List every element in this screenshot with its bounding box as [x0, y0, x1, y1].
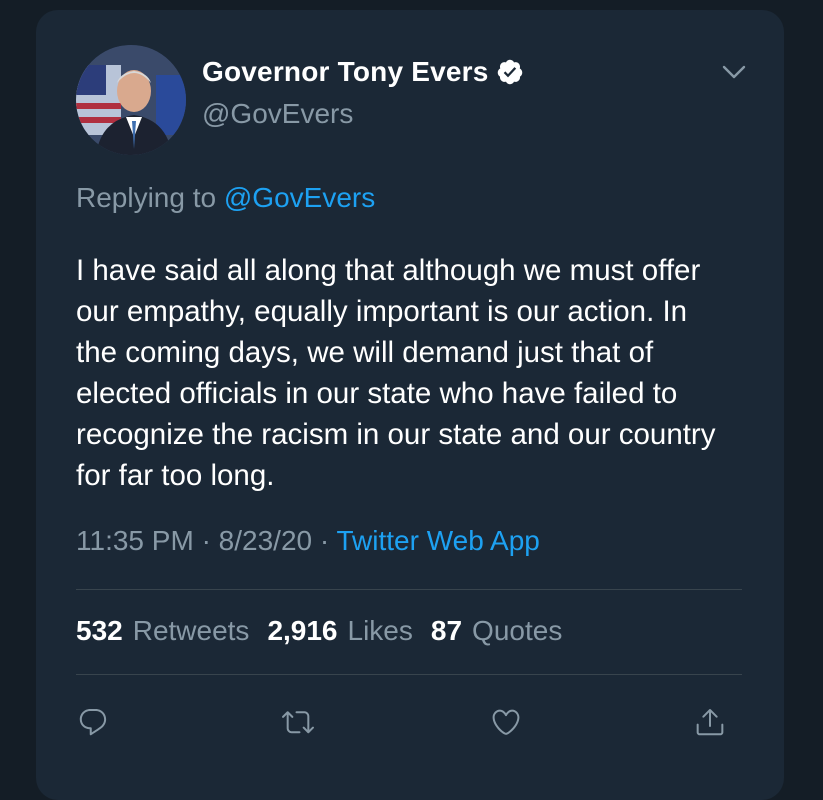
meta-separator: · [319, 525, 330, 556]
quotes-stat[interactable]: 87 Quotes [431, 615, 562, 647]
meta-separator: · [201, 525, 211, 556]
tweet-text: I have said all along that although we m… [76, 254, 716, 492]
reply-mention-link[interactable]: @GovEvers [224, 182, 375, 213]
tweet-stats: 532 Retweets 2,916 Likes 87 Quotes [76, 615, 562, 647]
replying-prefix: Replying to [76, 182, 217, 213]
likes-count: 2,916 [267, 615, 338, 646]
avatar-image [76, 45, 186, 155]
share-icon[interactable] [694, 705, 726, 739]
reply-icon[interactable] [77, 705, 109, 739]
quotes-count: 87 [430, 615, 463, 646]
divider [76, 674, 742, 675]
replying-to: Replying to @GovEvers [76, 182, 375, 214]
author-name[interactable]: Governor Tony Evers [202, 56, 488, 88]
quotes-label: Quotes [472, 615, 563, 646]
chevron-down-icon[interactable] [720, 62, 748, 82]
author-handle[interactable]: @GovEvers [202, 98, 353, 130]
tweet-source-link[interactable]: Twitter Web App [336, 525, 539, 556]
author-name-row[interactable]: Governor Tony Evers [202, 56, 524, 88]
tweet-date[interactable]: 8/23/20 [219, 525, 312, 556]
retweets-label: Retweets [132, 615, 250, 646]
tweet-meta: 11:35 PM · 8/23/20 · Twitter Web App [76, 525, 540, 557]
divider [76, 589, 742, 590]
tweet-time[interactable]: 11:35 PM [76, 525, 194, 556]
retweets-stat[interactable]: 532 Retweets [76, 615, 249, 647]
likes-stat[interactable]: 2,916 Likes [267, 615, 412, 647]
likes-label: Likes [347, 615, 413, 646]
verified-badge-icon [498, 59, 523, 85]
retweets-count: 532 [76, 615, 123, 646]
retweet-icon[interactable] [282, 705, 314, 739]
avatar[interactable] [76, 45, 186, 155]
heart-icon[interactable] [490, 705, 522, 739]
